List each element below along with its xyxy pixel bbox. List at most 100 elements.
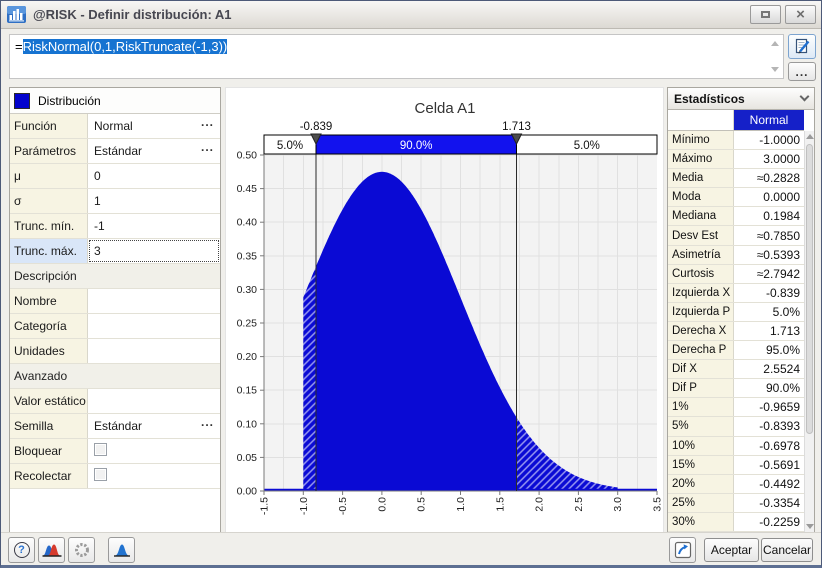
y-axis: 0.000.050.100.150.200.250.300.350.400.45…	[237, 150, 264, 498]
title-bar[interactable]: @RISK - Definir distribución: A1 ×	[1, 1, 821, 29]
property-value-cell[interactable]	[88, 289, 220, 313]
svg-text:0.45: 0.45	[237, 183, 258, 195]
stat-label: 1%	[668, 398, 734, 416]
ellipsis-icon: ...	[795, 68, 808, 76]
ellipsis-button[interactable]: ...	[201, 415, 214, 429]
ellipsis-button[interactable]: ...	[201, 140, 214, 154]
stat-value: 0.0000	[734, 190, 804, 204]
svg-text:2.5: 2.5	[573, 497, 585, 512]
property-label: Función	[10, 114, 88, 138]
distribution-color-swatch[interactable]	[14, 93, 30, 109]
property-row: Valor estático	[10, 389, 220, 414]
statistics-series-header: Normal	[734, 110, 804, 130]
property-value-cell[interactable]	[88, 339, 220, 363]
stat-label: Curtosis	[668, 265, 734, 283]
svg-text:-1.0: -1.0	[298, 497, 310, 515]
statistics-panel: Estadísticos Normal Mínimo-1.0000Máximo3…	[667, 87, 815, 533]
formula-text: RiskNormal(0,1,RiskTruncate(-1,3))	[23, 39, 228, 54]
property-row: Recolectar	[10, 464, 220, 489]
formula-input[interactable]: =RiskNormal(0,1,RiskTruncate(-1,3))	[9, 34, 784, 79]
property-value-cell[interactable]: Estándar...	[88, 139, 220, 163]
formula-scroll-up-icon[interactable]	[771, 41, 779, 46]
export-button[interactable]	[669, 537, 696, 563]
checkbox[interactable]	[94, 468, 107, 481]
chart-panel: Celda A10.000.050.100.150.200.250.300.35…	[225, 87, 664, 533]
formula-options-button[interactable]: ...	[788, 62, 816, 81]
distribution-panel-header: Distribución	[10, 88, 220, 114]
stat-value: ≈2.7942	[734, 267, 804, 281]
footer-bar: ? Aceptar	[1, 532, 821, 565]
stat-label: Mínimo	[668, 131, 734, 149]
property-label: σ	[10, 189, 88, 213]
property-section-row: Avanzado	[10, 364, 220, 389]
property-label: Trunc. máx.	[10, 239, 88, 263]
stat-row: Desv Est≈0.7850	[668, 226, 804, 245]
property-value-text: Estándar	[94, 419, 142, 433]
stat-value: -0.2259	[734, 515, 804, 529]
property-row: Unidades	[10, 339, 220, 364]
cancel-button[interactable]: Cancelar	[761, 538, 813, 562]
svg-text:3.0: 3.0	[612, 497, 624, 512]
chevron-down-icon	[800, 92, 810, 102]
property-value-cell[interactable]: 3	[88, 239, 220, 263]
property-row: SemillaEstándar...	[10, 414, 220, 439]
stat-value: ≈0.5393	[734, 248, 804, 262]
density-area	[303, 267, 316, 492]
stat-row: Mediana0.1984	[668, 207, 804, 226]
chart-canvas[interactable]: Celda A10.000.050.100.150.200.250.300.35…	[226, 88, 663, 532]
statistics-corner-cell	[668, 110, 734, 130]
property-value-cell[interactable]: Estándar...	[88, 414, 220, 438]
property-label: Unidades	[10, 339, 88, 363]
help-button[interactable]: ?	[8, 537, 35, 563]
scrollbar-thumb[interactable]	[806, 144, 813, 434]
stat-value: -0.3354	[734, 496, 804, 510]
property-value-cell[interactable]	[88, 439, 220, 463]
stat-row: 10%-0.6978	[668, 437, 804, 456]
stat-value: 0.1984	[734, 209, 804, 223]
property-value-cell[interactable]: 0	[88, 164, 220, 188]
svg-text:0.35: 0.35	[237, 250, 258, 262]
formula-prefix: =	[15, 39, 23, 54]
stat-value: -0.9659	[734, 400, 804, 414]
edit-formula-icon	[794, 38, 811, 55]
property-value-cell[interactable]	[88, 464, 220, 488]
stat-value: -0.5691	[734, 458, 804, 472]
x-axis: -1.5-1.0-0.50.00.51.01.52.02.53.03.5	[259, 491, 664, 515]
property-row: ParámetrosEstándar...	[10, 139, 220, 164]
property-value-cell[interactable]: -1	[88, 214, 220, 238]
svg-text:0.40: 0.40	[237, 217, 258, 229]
stat-row: 1%-0.9659	[668, 398, 804, 417]
close-button[interactable]: ×	[785, 5, 816, 24]
property-value-cell[interactable]	[88, 314, 220, 338]
property-label: Bloquear	[10, 439, 88, 463]
stat-label: Media	[668, 169, 734, 187]
ellipsis-button[interactable]: ...	[201, 115, 214, 129]
scroll-down-icon[interactable]	[806, 524, 814, 529]
scroll-up-icon[interactable]	[806, 134, 814, 139]
right-delimiter-value: 1.713	[502, 121, 531, 133]
svg-text:0.00: 0.00	[237, 486, 258, 498]
property-value-cell[interactable]: 1	[88, 189, 220, 213]
property-row: σ1	[10, 189, 220, 214]
settings-button[interactable]	[68, 537, 95, 563]
edit-formula-button[interactable]	[788, 34, 816, 59]
statistics-scrollbar[interactable]	[804, 131, 814, 532]
stat-value: ≈0.7850	[734, 229, 804, 243]
svg-text:-0.5: -0.5	[337, 497, 349, 515]
maximize-button[interactable]	[750, 5, 781, 24]
property-row: Trunc. mín.-1	[10, 214, 220, 239]
section-label: Avanzado	[10, 364, 220, 388]
property-row: Trunc. máx.3	[10, 239, 220, 264]
stat-value: 95.0%	[734, 343, 804, 357]
svg-text:3.5: 3.5	[652, 497, 664, 512]
graph-type-button[interactable]	[108, 537, 135, 563]
stat-row: 20%-0.4492	[668, 475, 804, 494]
accept-button[interactable]: Aceptar	[704, 538, 759, 562]
property-value-cell[interactable]	[88, 389, 220, 413]
formula-scroll-down-icon[interactable]	[771, 67, 779, 72]
svg-text:0.10: 0.10	[237, 418, 258, 430]
overlay-distribution-button[interactable]	[38, 537, 65, 563]
checkbox[interactable]	[94, 443, 107, 456]
property-value-cell[interactable]: Normal...	[88, 114, 220, 138]
statistics-panel-header[interactable]: Estadísticos	[668, 88, 814, 110]
